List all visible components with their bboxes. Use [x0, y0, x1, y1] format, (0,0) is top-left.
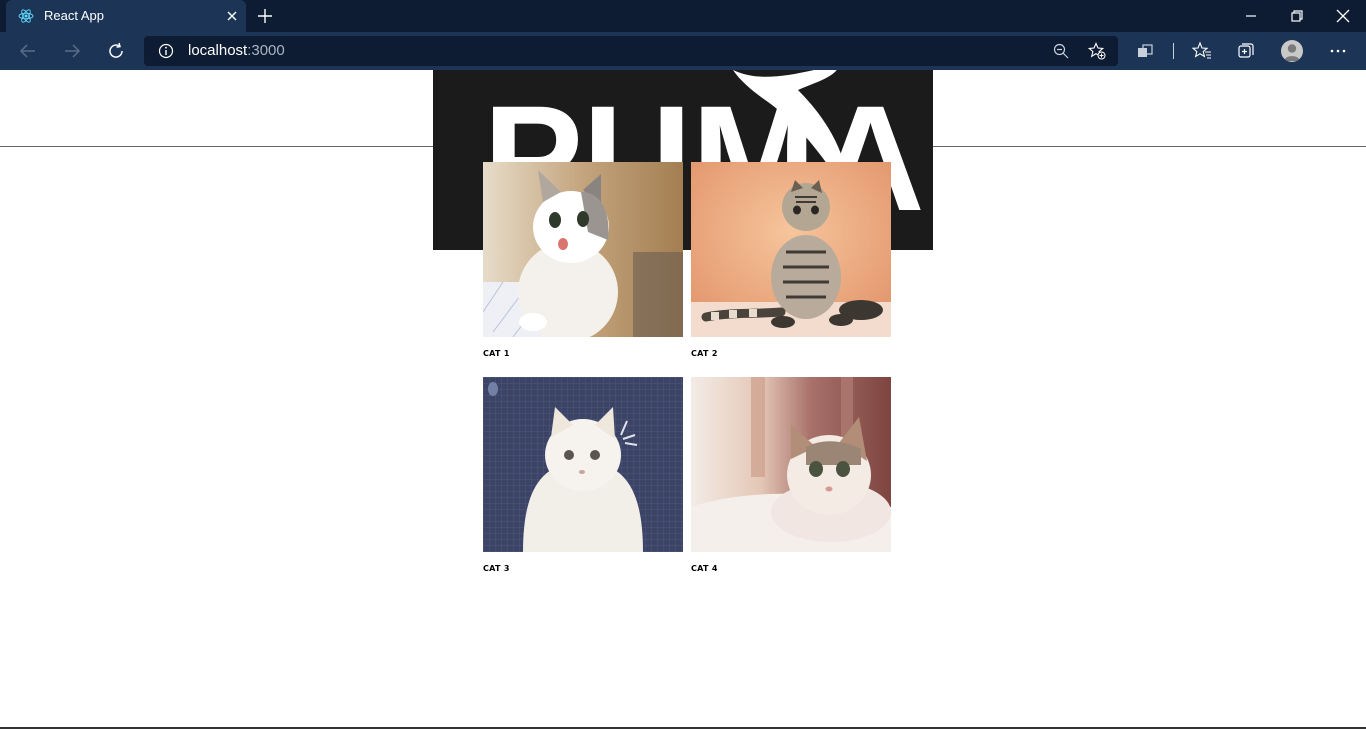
refresh-icon[interactable]	[106, 41, 126, 61]
minimize-icon[interactable]	[1241, 6, 1261, 26]
address-bar[interactable]: localhost:3000	[144, 36, 1118, 66]
card-caption: CAT 4	[691, 564, 718, 573]
restore-icon[interactable]	[1287, 6, 1307, 26]
card-caption: CAT 1	[483, 349, 510, 358]
more-options-icon[interactable]	[1328, 41, 1348, 61]
close-icon[interactable]	[224, 8, 240, 24]
extensions-icon[interactable]	[1135, 41, 1155, 61]
card-caption: CAT 3	[483, 564, 510, 573]
add-favorite-icon[interactable]	[1088, 42, 1106, 60]
info-icon[interactable]	[158, 43, 174, 59]
collections-icon[interactable]	[1236, 41, 1256, 61]
gallery-card[interactable]: CAT 1	[483, 162, 683, 358]
react-logo-icon	[18, 9, 34, 23]
cat-photo	[691, 162, 891, 337]
gallery-card[interactable]: CAT 2	[691, 162, 891, 358]
gallery-card[interactable]: CAT 3	[483, 377, 683, 573]
gallery-card[interactable]: CAT 4	[691, 377, 891, 573]
window-close-icon[interactable]	[1333, 6, 1353, 26]
url-port: :3000	[247, 42, 285, 59]
title-bar: React App	[0, 0, 1366, 32]
url-text[interactable]: localhost:3000	[188, 42, 285, 59]
zoom-out-icon[interactable]	[1052, 42, 1070, 60]
back-arrow-icon[interactable]	[18, 41, 38, 61]
profile-avatar[interactable]	[1281, 40, 1303, 62]
new-tab-icon[interactable]	[256, 7, 274, 25]
browser-tab[interactable]: React App	[6, 0, 246, 32]
url-host: localhost	[188, 42, 248, 59]
tab-title: React App	[44, 8, 104, 23]
browser-toolbar: localhost:3000	[0, 32, 1366, 70]
page-content: PUMA CAT 1 CAT 2 CAT 3 CAT 4	[0, 70, 1366, 729]
cat-photo	[483, 162, 683, 337]
favorites-icon[interactable]	[1192, 41, 1212, 61]
cat-photo	[483, 377, 683, 552]
cat-photo	[691, 377, 891, 552]
user-icon	[1284, 44, 1300, 61]
toolbar-divider	[1173, 43, 1174, 59]
forward-arrow-icon[interactable]	[62, 41, 82, 61]
card-caption: CAT 2	[691, 349, 718, 358]
